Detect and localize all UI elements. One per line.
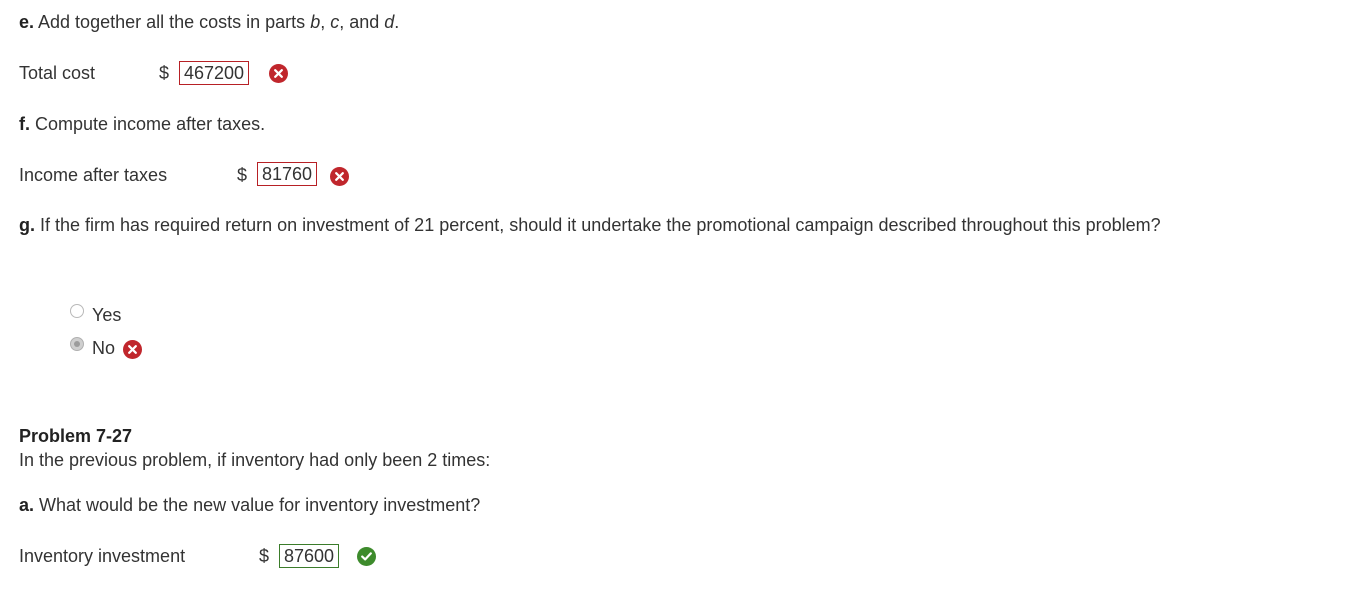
italic-ref-d: d bbox=[384, 12, 395, 32]
separator: , and bbox=[339, 12, 385, 32]
question-letter: e. bbox=[19, 12, 35, 32]
total-cost-label: Total cost bbox=[19, 63, 96, 83]
problem-intro: In the previous problem, if inventory ha… bbox=[19, 450, 491, 470]
question-f: f. Compute income after taxes. bbox=[19, 113, 265, 136]
separator: , bbox=[320, 12, 331, 32]
question-text: Add together all the costs in parts bbox=[34, 12, 311, 32]
problem-title: Problem 7-27 bbox=[19, 426, 133, 446]
income-after-taxes-input[interactable]: 81760 bbox=[257, 162, 318, 186]
question-text: Compute income after taxes. bbox=[30, 114, 266, 134]
income-after-taxes-label: Income after taxes bbox=[19, 165, 168, 185]
inventory-investment-input[interactable]: 87600 bbox=[279, 544, 340, 568]
question-text: If the firm has required return on inves… bbox=[35, 215, 1161, 235]
question-a: a. What would be the new value for inven… bbox=[19, 494, 480, 517]
total-cost-input[interactable]: 467200 bbox=[179, 61, 250, 85]
question-e: e. Add together all the costs in parts b… bbox=[19, 11, 399, 34]
italic-ref-b: b bbox=[310, 12, 321, 32]
x-circle-icon bbox=[330, 167, 349, 186]
question-letter: a. bbox=[19, 495, 35, 515]
currency-symbol: $ bbox=[259, 546, 270, 566]
question-letter: g. bbox=[19, 215, 35, 235]
x-circle-icon bbox=[123, 340, 142, 359]
question-g: g. If the firm has required return on in… bbox=[19, 214, 1209, 237]
period: . bbox=[394, 12, 400, 32]
radio-yes[interactable] bbox=[70, 304, 84, 318]
option-no-label[interactable]: No bbox=[92, 337, 115, 359]
radio-no[interactable] bbox=[70, 337, 84, 351]
currency-symbol: $ bbox=[159, 63, 170, 83]
option-yes-label[interactable]: Yes bbox=[92, 304, 121, 326]
check-circle-icon bbox=[357, 547, 376, 566]
currency-symbol: $ bbox=[237, 165, 248, 185]
x-circle-icon bbox=[269, 64, 288, 83]
question-text: What would be the new value for inventor… bbox=[34, 495, 481, 515]
italic-ref-c: c bbox=[330, 12, 340, 32]
inventory-investment-label: Inventory investment bbox=[19, 546, 186, 566]
question-letter: f. bbox=[19, 114, 30, 134]
